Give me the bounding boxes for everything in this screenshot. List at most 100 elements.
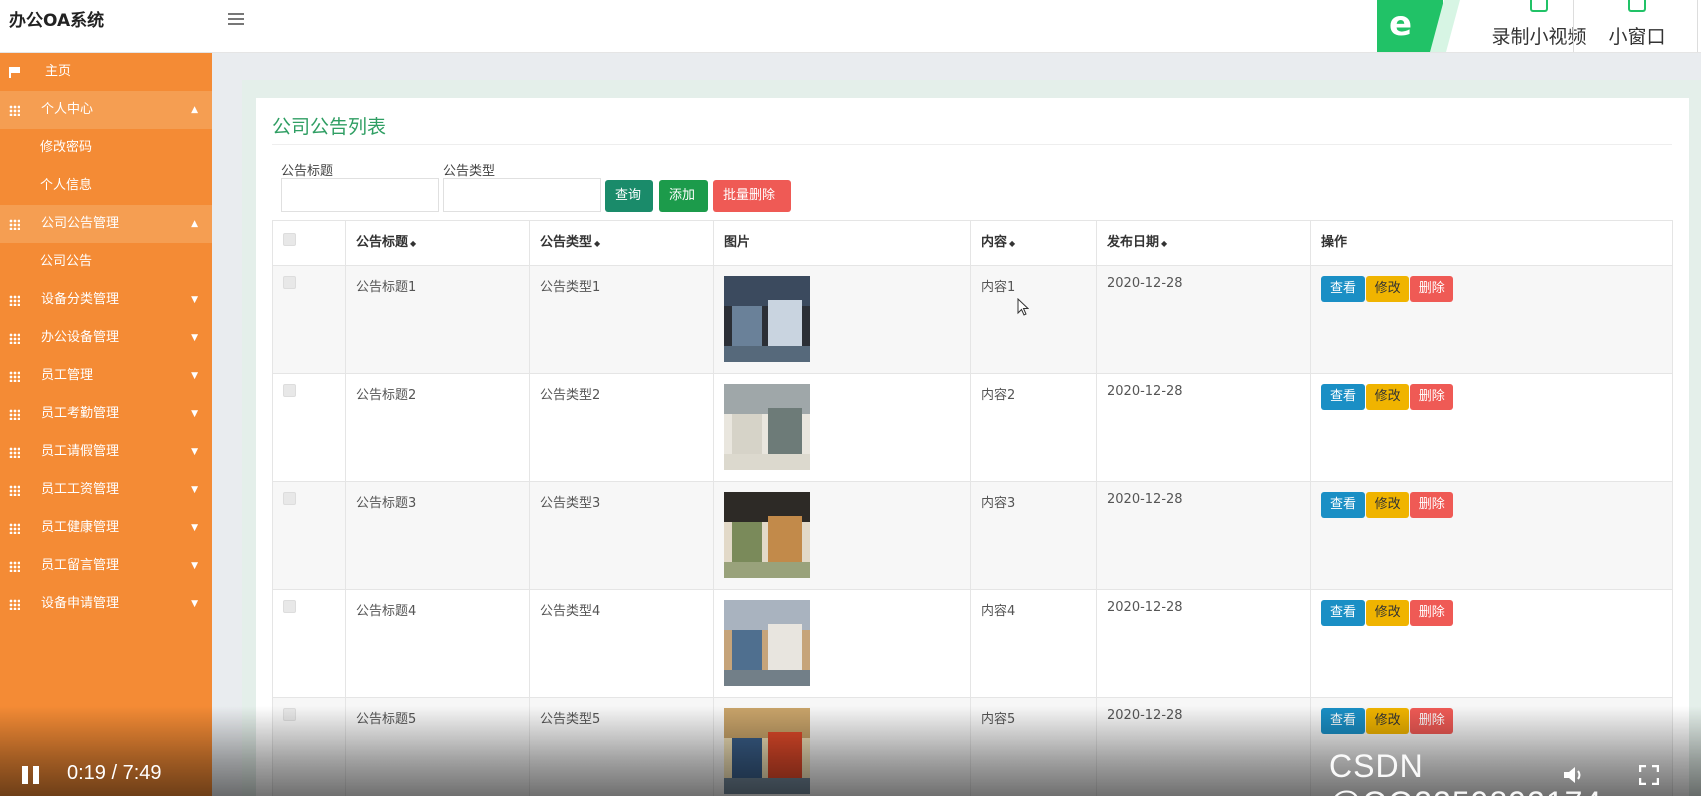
chevron-down-icon: ▼ xyxy=(191,295,198,305)
cell-date: 2020-12-28 xyxy=(1096,373,1311,482)
type-filter-label: 公告类型 xyxy=(443,164,496,179)
column-header-type[interactable]: 公告类型 ◆ xyxy=(529,220,714,266)
edit-button[interactable]: 修改 xyxy=(1366,276,1410,302)
top-bar: 办公OA系统 e 录制小视频 小窗口 xyxy=(0,0,1701,53)
column-header-date[interactable]: 发布日期 ◆ xyxy=(1096,220,1311,266)
edit-button[interactable]: 修改 xyxy=(1366,384,1410,410)
column-header-content[interactable]: 内容 ◆ xyxy=(970,220,1097,266)
mini-window-button[interactable]: 小窗口 xyxy=(1581,0,1693,52)
query-button[interactable]: 查询 xyxy=(605,180,653,212)
page-title: 公司公告列表 xyxy=(272,116,387,138)
table-row: 公告标题3 公告类型3 内容3 2020-12-28 查看 修改 删除 xyxy=(272,481,1673,590)
delete-button[interactable]: 删除 xyxy=(1410,600,1454,626)
row-checkbox[interactable] xyxy=(283,384,296,397)
cell-actions: 查看 修改 删除 xyxy=(1310,265,1673,374)
cell-actions: 查看 修改 删除 xyxy=(1310,481,1673,590)
cell-date: 2020-12-28 xyxy=(1096,481,1311,590)
title-filter-input[interactable] xyxy=(281,178,439,212)
sidebar-item-health[interactable]: 员工健康管理 ▼ xyxy=(0,509,212,547)
view-button[interactable]: 查看 xyxy=(1321,384,1365,410)
app-title: 办公OA系统 xyxy=(9,11,105,31)
sort-icon: ◆ xyxy=(1161,239,1168,248)
sidebar-item-leave[interactable]: 员工请假管理 ▼ xyxy=(0,433,212,471)
type-filter-input[interactable] xyxy=(443,178,601,212)
sidebar-subitem-personal-info[interactable]: 个人信息 xyxy=(0,167,212,205)
announcement-list-card: 公司公告列表 公告标题 公告类型 查询 添加 批量删除 公告标题 ◆ 公告类型 ◆ … xyxy=(256,98,1689,796)
grid-icon xyxy=(9,333,20,344)
grid-icon xyxy=(9,523,20,534)
grid-icon xyxy=(9,295,20,306)
batch-delete-button[interactable]: 批量删除 xyxy=(713,180,791,212)
announcement-image xyxy=(724,276,810,362)
row-checkbox[interactable] xyxy=(283,276,296,289)
column-header-image: 图片 xyxy=(713,220,971,266)
cell-type: 公告类型4 xyxy=(529,589,714,698)
sidebar-subitem-change-password[interactable]: 修改密码 xyxy=(0,129,212,167)
cell-type: 公告类型1 xyxy=(529,265,714,374)
delete-button[interactable]: 删除 xyxy=(1410,276,1454,302)
cell-date: 2020-12-28 xyxy=(1096,589,1311,698)
view-button[interactable]: 查看 xyxy=(1321,276,1365,302)
view-button[interactable]: 查看 xyxy=(1321,492,1365,518)
fullscreen-icon[interactable] xyxy=(1639,765,1659,785)
row-checkbox[interactable] xyxy=(283,492,296,505)
chevron-down-icon: ▼ xyxy=(191,523,198,533)
cell-title: 公告标题3 xyxy=(345,481,530,590)
sidebar: 主页 个人中心 ▲ 修改密码 个人信息 公司公告管理 ▲ 公司公告 设备分类管理… xyxy=(0,53,212,796)
sidebar-item-employees[interactable]: 员工管理 ▼ xyxy=(0,357,212,395)
column-header-actions: 操作 xyxy=(1310,220,1673,266)
delete-button[interactable]: 删除 xyxy=(1410,492,1454,518)
chevron-down-icon: ▼ xyxy=(191,485,198,495)
table-row: 公告标题2 公告类型2 内容2 2020-12-28 查看 修改 删除 xyxy=(272,373,1673,482)
mini-window-icon xyxy=(1628,0,1646,12)
chevron-up-icon: ▲ xyxy=(191,105,198,115)
cell-title: 公告标题1 xyxy=(345,265,530,374)
grid-icon xyxy=(9,485,20,496)
cell-type: 公告类型3 xyxy=(529,481,714,590)
title-filter-label: 公告标题 xyxy=(281,164,334,179)
menu-toggle-icon[interactable] xyxy=(226,10,246,30)
add-button[interactable]: 添加 xyxy=(659,180,708,212)
grid-icon xyxy=(9,599,20,610)
cell-type: 公告类型2 xyxy=(529,373,714,482)
cell-actions: 查看 修改 删除 xyxy=(1310,373,1673,482)
sidebar-item-device-requests[interactable]: 设备申请管理 ▼ xyxy=(0,585,212,623)
table-row: 公告标题1 公告类型1 内容1 2020-12-28 查看 修改 删除 xyxy=(272,265,1673,374)
chevron-down-icon: ▼ xyxy=(191,599,198,609)
cell-title: 公告标题4 xyxy=(345,589,530,698)
announcement-image xyxy=(724,492,810,578)
edit-button[interactable]: 修改 xyxy=(1366,600,1410,626)
grid-icon xyxy=(9,105,20,116)
grid-icon xyxy=(9,371,20,382)
sidebar-item-salary[interactable]: 员工工资管理 ▼ xyxy=(0,471,212,509)
grid-icon xyxy=(9,409,20,420)
sidebar-item-announcements[interactable]: 公司公告管理 ▲ xyxy=(0,205,212,243)
select-all-checkbox[interactable] xyxy=(283,233,296,246)
sidebar-item-messages[interactable]: 员工留言管理 ▼ xyxy=(0,547,212,585)
cell-image xyxy=(713,373,971,482)
view-button[interactable]: 查看 xyxy=(1321,600,1365,626)
cell-content: 内容3 xyxy=(970,481,1097,590)
sidebar-item-personal-center[interactable]: 个人中心 ▲ xyxy=(0,91,212,129)
sidebar-subitem-company-announcement[interactable]: 公司公告 xyxy=(0,243,212,281)
pause-icon xyxy=(22,766,28,784)
sidebar-item-home[interactable]: 主页 xyxy=(0,53,212,91)
column-header-title[interactable]: 公告标题 ◆ xyxy=(345,220,530,266)
row-checkbox[interactable] xyxy=(283,600,296,613)
cell-content: 内容1 xyxy=(970,265,1097,374)
chevron-down-icon: ▼ xyxy=(191,371,198,381)
grid-icon xyxy=(9,561,20,572)
cell-image xyxy=(713,481,971,590)
record-icon xyxy=(1530,0,1548,12)
cell-content: 内容4 xyxy=(970,589,1097,698)
edit-button[interactable]: 修改 xyxy=(1366,492,1410,518)
delete-button[interactable]: 删除 xyxy=(1410,384,1454,410)
sort-icon: ◆ xyxy=(410,239,417,248)
volume-icon[interactable] xyxy=(1562,765,1586,785)
flag-icon xyxy=(9,67,20,78)
cell-title: 公告标题2 xyxy=(345,373,530,482)
pause-button[interactable] xyxy=(22,766,40,784)
sidebar-item-office-devices[interactable]: 办公设备管理 ▼ xyxy=(0,319,212,357)
sidebar-item-device-category[interactable]: 设备分类管理 ▼ xyxy=(0,281,212,319)
sidebar-item-attendance[interactable]: 员工考勤管理 ▼ xyxy=(0,395,212,433)
